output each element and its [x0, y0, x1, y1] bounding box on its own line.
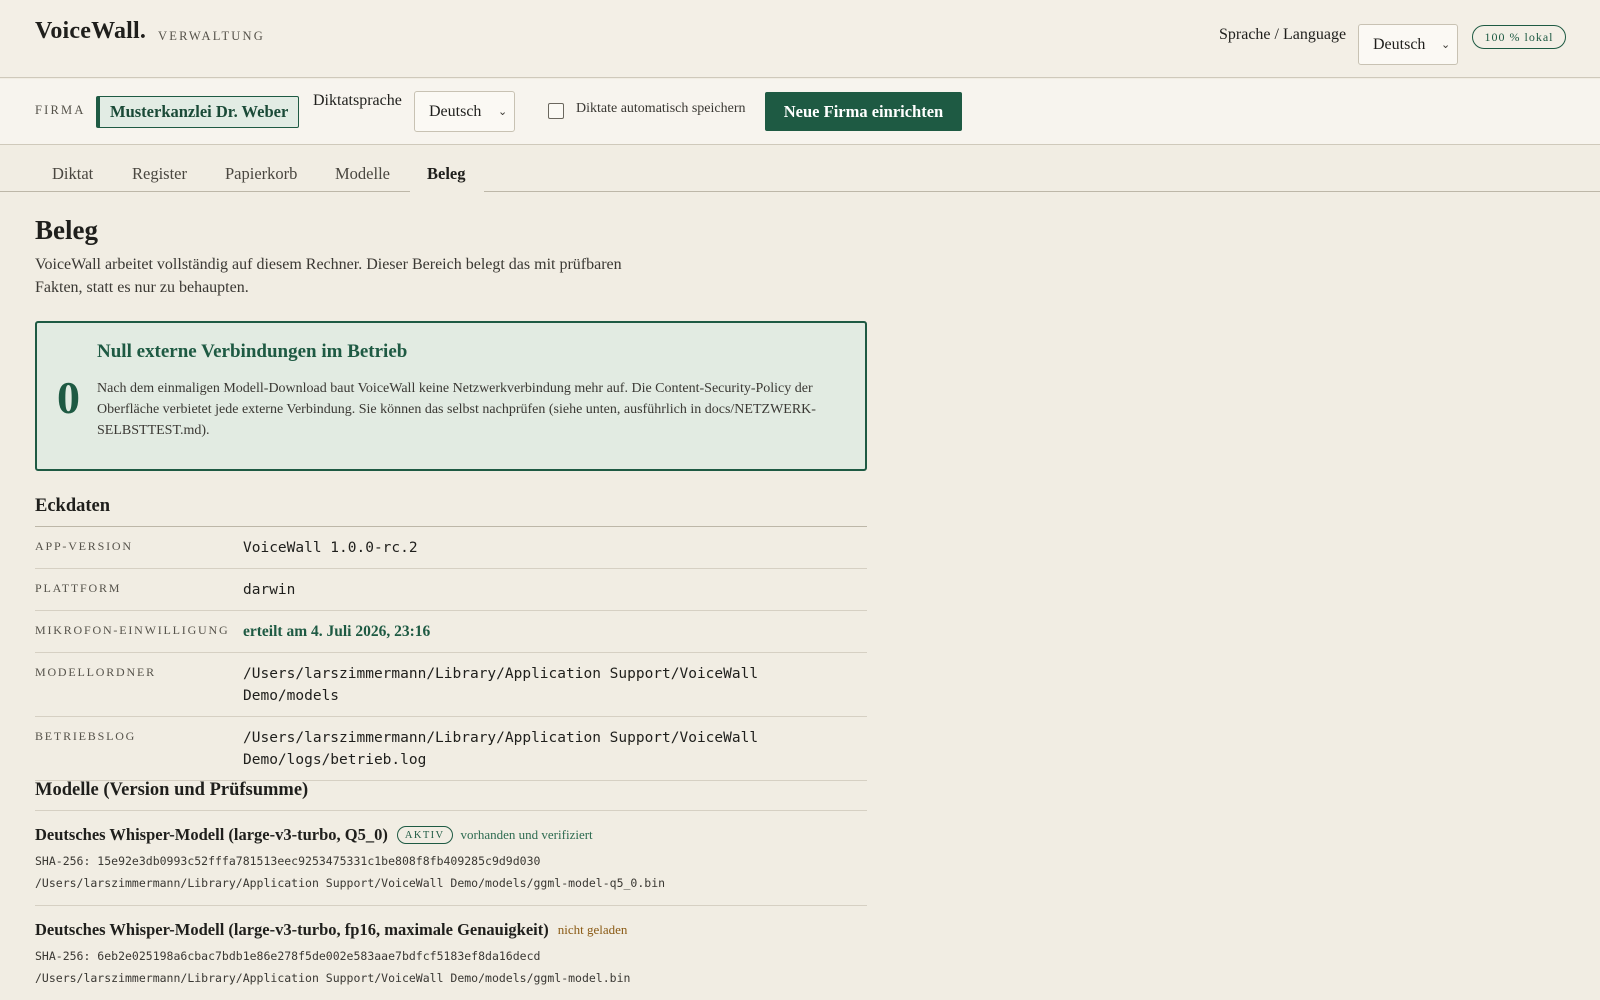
fact-row: MODELLORDNER /Users/larszimmermann/Libra… — [35, 653, 867, 717]
fact-key: MIKROFON-EINWILLIGUNG — [35, 623, 230, 637]
top-header: VoiceWall. VERWALTUNG Sprache / Language… — [0, 0, 1600, 78]
fact-row: PLATTFORM darwin — [35, 569, 867, 611]
model-name: Deutsches Whisper-Modell (large-v3-turbo… — [35, 920, 549, 939]
consent-value: erteilt am 4. Juli 2026, 23:16 — [243, 623, 431, 640]
local-status-badge: 100 % lokal — [1472, 25, 1566, 49]
fact-key: BETRIEBSLOG — [35, 729, 137, 743]
fact-row: BETRIEBSLOG /Users/larszimmermann/Librar… — [35, 717, 867, 781]
firm-toolbar: FIRMA Musterkanzlei Dr. Weber Diktatspra… — [0, 79, 1600, 145]
model-name: Deutsches Whisper-Modell (large-v3-turbo… — [35, 825, 388, 844]
fact-value: darwin — [243, 582, 296, 598]
zero-card-text: Nach dem einmaligen Modell-Download baut… — [97, 381, 816, 438]
language-select[interactable]: Deutsch ⌄ — [1358, 24, 1458, 65]
app-section-label: VERWALTUNG — [158, 29, 265, 43]
list-item: Deutsches Whisper-Modell (large-v3-turbo… — [35, 811, 867, 906]
chevron-down-icon: ⌄ — [498, 106, 508, 118]
facts-table: APP-VERSION VoiceWall 1.0.0-rc.2 PLATTFO… — [35, 526, 867, 781]
facts-title: Eckdaten — [35, 496, 111, 516]
model-path: /Users/larszimmermann/Library/Applicatio… — [35, 876, 666, 890]
fact-key: APP-VERSION — [35, 539, 133, 553]
language-select-value: Deutsch — [1373, 35, 1426, 53]
autosave-checkbox[interactable] — [548, 103, 564, 119]
model-checksum: SHA-256: 6eb2e025198a6cbac7bdb1e86e278f5… — [35, 949, 541, 963]
model-status: nicht geladen — [557, 922, 628, 937]
app-logo: VoiceWall. — [35, 18, 147, 44]
tab-modelle[interactable]: Modelle — [335, 164, 390, 184]
fact-value[interactable]: /Users/larszimmermann/Library/Applicatio… — [243, 663, 867, 707]
dictation-language-select[interactable]: Deutsch ⌄ — [414, 91, 515, 132]
list-item: Deutsches Whisper-Modell (large-v3-turbo… — [35, 906, 867, 1000]
firm-label: FIRMA — [35, 103, 86, 117]
zero-card-title: Null externe Verbindungen im Betrieb — [97, 341, 408, 362]
tab-beleg[interactable]: Beleg — [410, 155, 484, 193]
dictation-language-label: Diktatsprache — [313, 92, 402, 109]
language-label: Sprache / Language — [1219, 26, 1347, 43]
tab-beleg-label: Beleg — [427, 164, 466, 183]
fact-row: APP-VERSION VoiceWall 1.0.0-rc.2 — [35, 527, 867, 569]
model-status: vorhanden und verifiziert — [460, 827, 593, 842]
fact-value[interactable]: /Users/larszimmermann/Library/Applicatio… — [243, 727, 867, 771]
model-checksum: SHA-256: 15e92e3db0993c52fffa781513eec92… — [35, 854, 541, 868]
tab-diktat[interactable]: Diktat — [52, 164, 93, 184]
zero-count: 0 — [57, 372, 80, 423]
dictation-language-value: Deutsch — [429, 102, 482, 120]
zero-connections-card: 0 Null externe Verbindungen im Betrieb N… — [35, 321, 867, 471]
chevron-down-icon: ⌄ — [1441, 39, 1451, 51]
models-list: Deutsches Whisper-Modell (large-v3-turbo… — [35, 810, 867, 1000]
active-badge: AKTIV — [396, 826, 453, 844]
firm-selector[interactable]: Musterkanzlei Dr. Weber — [96, 96, 299, 128]
page-title: Beleg — [35, 215, 98, 245]
tab-papierkorb[interactable]: Papierkorb — [225, 164, 297, 184]
fact-row: MIKROFON-EINWILLIGUNG erteilt am 4. Juli… — [35, 611, 867, 653]
page-intro: VoiceWall arbeitet vollständig auf diese… — [35, 256, 622, 296]
main-tabs: Diktat Register Papierkorb Modelle — [0, 146, 1600, 192]
fact-key: PLATTFORM — [35, 581, 122, 595]
new-firm-button[interactable]: Neue Firma einrichten — [765, 92, 962, 131]
models-title: Modelle (Version und Prüfsumme) — [35, 780, 309, 800]
model-path: /Users/larszimmermann/Library/Applicatio… — [35, 971, 631, 985]
autosave-label[interactable]: Diktate automatisch speichern — [576, 101, 746, 117]
fact-key: MODELLORDNER — [35, 665, 156, 679]
tab-register[interactable]: Register — [132, 164, 187, 184]
fact-value: VoiceWall 1.0.0-rc.2 — [243, 540, 418, 556]
